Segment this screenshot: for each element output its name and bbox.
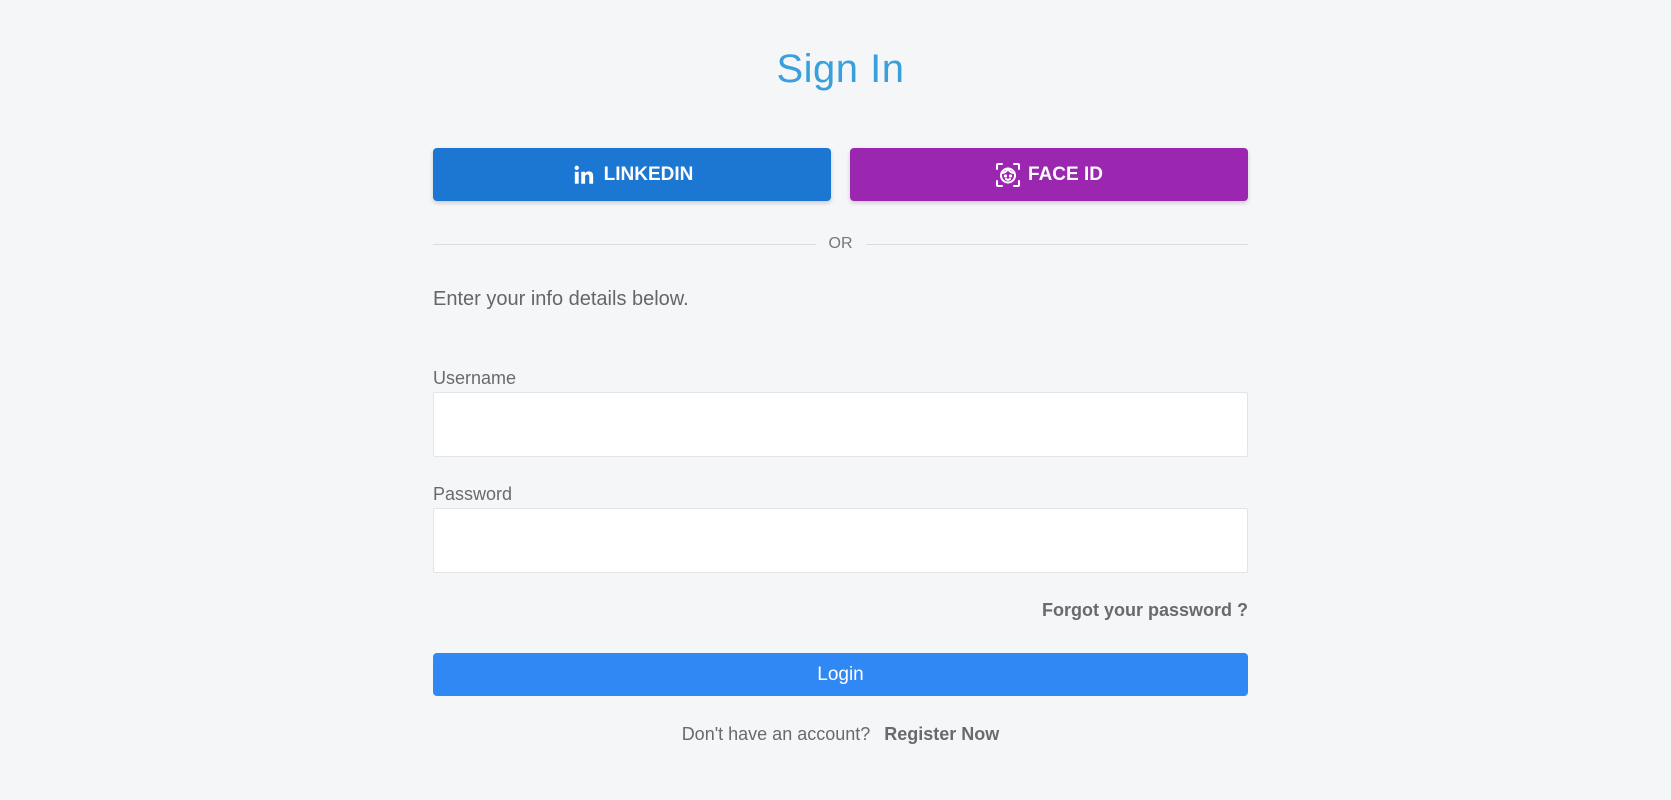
username-label: Username <box>433 368 517 388</box>
linkedin-icon <box>571 162 597 188</box>
divider-line-right <box>865 243 1248 245</box>
register-prompt: Don't have an account? <box>681 724 871 744</box>
password-label: Password <box>433 484 513 504</box>
divider-text: OR <box>828 235 853 252</box>
face-id-icon <box>995 162 1021 188</box>
divider-line-left <box>433 243 816 245</box>
login-button[interactable]: Login <box>433 653 1248 696</box>
password-input[interactable] <box>433 508 1248 573</box>
sign-in-page: Sign In LINKEDIN FACE ID OR Enter your i… <box>0 0 1671 800</box>
username-input[interactable] <box>433 392 1248 457</box>
or-divider: OR <box>433 232 1248 256</box>
form-intro-text: Enter your info details below. <box>433 288 689 310</box>
social-login-row: LINKEDIN FACE ID <box>433 148 1248 201</box>
face-id-button-label: FACE ID <box>1028 163 1103 185</box>
face-id-button[interactable]: FACE ID <box>850 148 1248 201</box>
page-title: Sign In <box>776 47 905 91</box>
register-row: Don't have an account? Register Now <box>433 724 1248 745</box>
register-now-link[interactable]: Register Now <box>884 724 999 744</box>
linkedin-button-label: LINKEDIN <box>603 163 694 185</box>
linkedin-button[interactable]: LINKEDIN <box>433 148 831 201</box>
forgot-password-link[interactable]: Forgot your password ? <box>1042 600 1248 621</box>
